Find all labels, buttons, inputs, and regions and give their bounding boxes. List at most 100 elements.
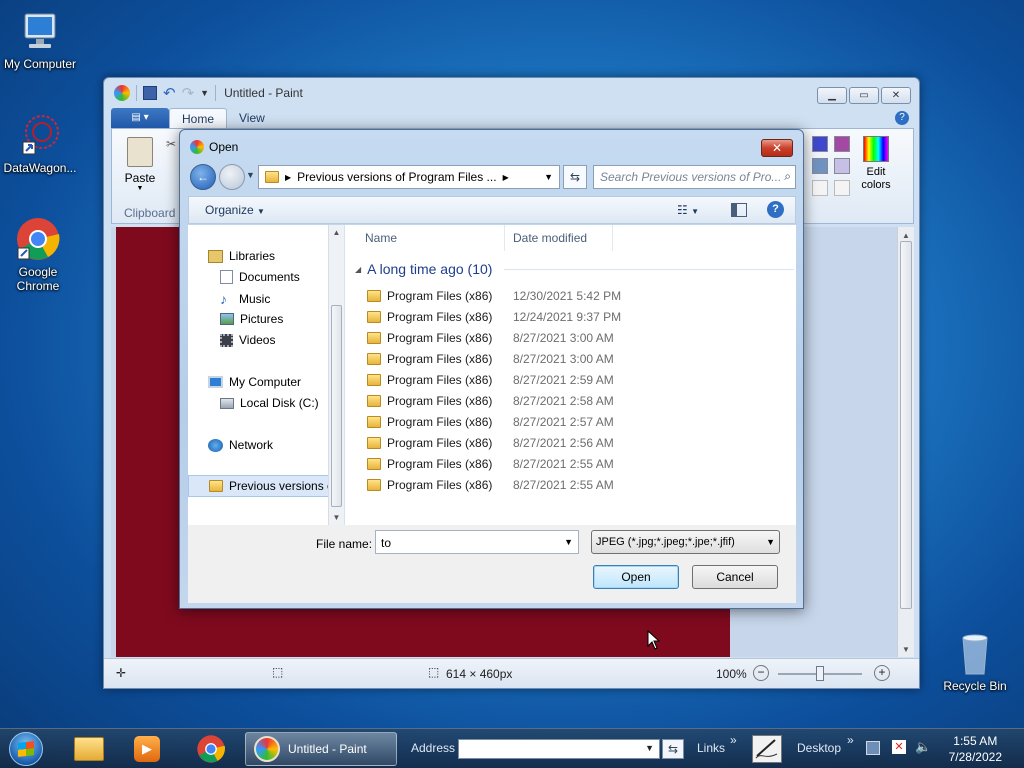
file-name-cell: Program Files (x86) — [367, 373, 492, 387]
redo-icon[interactable]: ↷ — [182, 84, 195, 102]
address-dropdown-icon[interactable]: ▼ — [645, 743, 654, 753]
save-icon[interactable] — [143, 86, 157, 100]
nav-item-my-computer[interactable]: My Computer — [208, 375, 301, 389]
scroll-up-arrow[interactable]: ▲ — [329, 228, 344, 237]
color-swatch[interactable] — [834, 136, 850, 152]
dialog-close-button[interactable]: ✕ — [761, 139, 793, 157]
mouse-cursor-icon — [647, 629, 661, 653]
cancel-button[interactable]: Cancel — [692, 565, 778, 589]
back-button[interactable]: ← — [190, 164, 216, 190]
nav-item-music[interactable]: ♪ Music — [220, 291, 270, 307]
file-name-input[interactable]: to ▼ — [375, 530, 579, 554]
help-icon[interactable]: ? — [895, 111, 909, 125]
scroll-thumb[interactable] — [900, 241, 912, 609]
file-row[interactable]: Program Files (x86) 8/27/2021 2:55 AM — [345, 453, 765, 474]
scroll-thumb[interactable] — [331, 305, 342, 507]
help-icon[interactable]: ? — [767, 201, 784, 218]
refresh-button[interactable]: ⇆ — [563, 165, 587, 189]
paste-button[interactable]: Paste ▼ — [122, 137, 158, 192]
nav-item-previous-versions[interactable]: Previous versions c — [188, 475, 336, 497]
nav-item-videos[interactable]: Videos — [220, 333, 275, 347]
collapse-icon[interactable]: ◢ — [355, 265, 361, 274]
organize-button[interactable]: Organize ▼ — [205, 203, 265, 217]
file-row[interactable]: Program Files (x86) 8/27/2021 2:55 AM — [345, 474, 765, 495]
minimize-button[interactable]: ▁ — [817, 87, 847, 104]
taskbar-chrome[interactable] — [188, 732, 234, 766]
file-row[interactable]: Program Files (x86) 12/30/2021 5:42 PM — [345, 285, 765, 306]
forward-button[interactable] — [219, 164, 245, 190]
zoom-slider-thumb[interactable] — [816, 666, 824, 681]
file-row[interactable]: Program Files (x86) 8/27/2021 3:00 AM — [345, 327, 765, 348]
vertical-scrollbar[interactable]: ▲ ▼ — [897, 227, 914, 657]
start-button[interactable] — [6, 729, 46, 768]
color-swatch[interactable] — [812, 180, 828, 196]
nav-pane-scrollbar[interactable]: ▲ ▼ — [328, 225, 344, 525]
change-view-icon[interactable]: ☷ ▼ — [677, 203, 699, 217]
links-chevron-icon[interactable]: » — [730, 733, 737, 747]
taskbar-media-player[interactable]: ▶ — [124, 732, 170, 766]
recent-pages-dropdown[interactable]: ▼ — [246, 170, 255, 180]
desktop-toolbar-label[interactable]: Desktop — [797, 741, 841, 755]
edit-colors-button[interactable]: Edit colors — [858, 136, 894, 192]
tab-view[interactable]: View — [227, 108, 277, 128]
column-header-name[interactable]: Name — [345, 225, 505, 251]
taskbar-address-go-button[interactable]: ⇆ — [662, 739, 684, 759]
file-type-dropdown-icon[interactable]: ▼ — [766, 537, 775, 547]
nav-item-network[interactable]: Network — [208, 438, 273, 452]
nav-item-documents[interactable]: Documents — [220, 270, 300, 284]
desktop-icon-chrome[interactable]: Google Chrome — [0, 216, 78, 293]
group-header[interactable]: ◢ A long time ago (10) — [355, 261, 795, 277]
canvas-dimensions: 614 × 460px — [446, 667, 513, 681]
nav-item-pictures[interactable]: Pictures — [220, 312, 283, 326]
file-row[interactable]: Program Files (x86) 12/24/2021 9:37 PM — [345, 306, 765, 327]
taskbar-address-input[interactable]: ▼ — [458, 739, 660, 759]
file-row[interactable]: Program Files (x86) 8/27/2021 2:58 AM — [345, 390, 765, 411]
nav-item-local-disk[interactable]: Local Disk (C:) — [220, 396, 319, 410]
pen-tablet-icon[interactable] — [752, 735, 782, 763]
file-row[interactable]: Program Files (x86) 8/27/2021 2:56 AM — [345, 432, 765, 453]
file-row[interactable]: Program Files (x86) 8/27/2021 3:00 AM — [345, 348, 765, 369]
taskbar-explorer[interactable] — [66, 732, 112, 766]
scroll-up-arrow[interactable]: ▲ — [898, 231, 914, 240]
address-dropdown-icon[interactable]: ▼ — [544, 172, 553, 182]
desktop-icon-datawagon[interactable]: DataWagon... — [0, 112, 80, 175]
scroll-down-arrow[interactable]: ▼ — [329, 513, 344, 522]
file-menu-button[interactable]: ▤ ▾ — [111, 108, 169, 128]
system-clock[interactable]: 1:55 AM 7/28/2022 — [949, 733, 1002, 765]
file-row[interactable]: Program Files (x86) 8/27/2021 2:59 AM — [345, 369, 765, 390]
zoom-out-icon[interactable]: − — [753, 665, 769, 681]
volume-tray-icon[interactable]: 🔈 — [915, 739, 931, 755]
open-button[interactable]: Open — [593, 565, 679, 589]
file-row[interactable]: Program Files (x86) 8/27/2021 2:57 AM — [345, 411, 765, 432]
taskbar-paint[interactable]: Untitled - Paint — [245, 732, 397, 766]
column-header-date[interactable]: Date modified — [493, 225, 613, 251]
color-swatch[interactable] — [812, 136, 828, 152]
tab-home[interactable]: Home — [169, 108, 228, 128]
nav-item-libraries[interactable]: Libraries — [208, 249, 275, 263]
zoom-slider[interactable] — [778, 666, 862, 681]
network-tray-icon[interactable] — [866, 741, 880, 755]
search-input[interactable]: Search Previous versions of Pro... ⌕ — [593, 165, 796, 189]
zoom-in-icon[interactable]: + — [874, 665, 890, 681]
preview-pane-icon[interactable] — [731, 203, 747, 217]
desktop-icon-my-computer[interactable]: My Computer — [0, 8, 80, 71]
undo-icon[interactable]: ↶ — [163, 84, 176, 102]
color-swatch[interactable] — [834, 180, 850, 196]
breadcrumb-chevron-icon[interactable]: ▶ — [503, 173, 509, 182]
desktop-chevron-icon[interactable]: » — [847, 733, 854, 747]
scroll-down-arrow[interactable]: ▼ — [898, 645, 914, 654]
close-window-button[interactable]: ✕ — [881, 87, 911, 104]
color-swatch[interactable] — [812, 158, 828, 174]
action-center-tray-icon[interactable]: ✕ — [892, 740, 906, 754]
address-bar[interactable]: ▶ Previous versions of Program Files ...… — [258, 165, 560, 189]
address-path[interactable]: Previous versions of Program Files ... — [297, 170, 496, 184]
file-type-select[interactable]: JPEG (*.jpg;*.jpeg;*.jpe;*.jfif) ▼ — [591, 530, 780, 554]
desktop-icon-recycle-bin[interactable]: Recycle Bin — [935, 630, 1015, 693]
color-swatch[interactable] — [834, 158, 850, 174]
cut-icon[interactable]: ✂ — [166, 137, 176, 151]
customize-qa-icon[interactable]: ▼ — [200, 88, 209, 98]
paste-label: Paste — [124, 171, 156, 185]
links-toolbar-label[interactable]: Links — [697, 741, 725, 755]
maximize-button[interactable]: ▭ — [849, 87, 879, 104]
file-name-dropdown-icon[interactable]: ▼ — [564, 537, 573, 547]
